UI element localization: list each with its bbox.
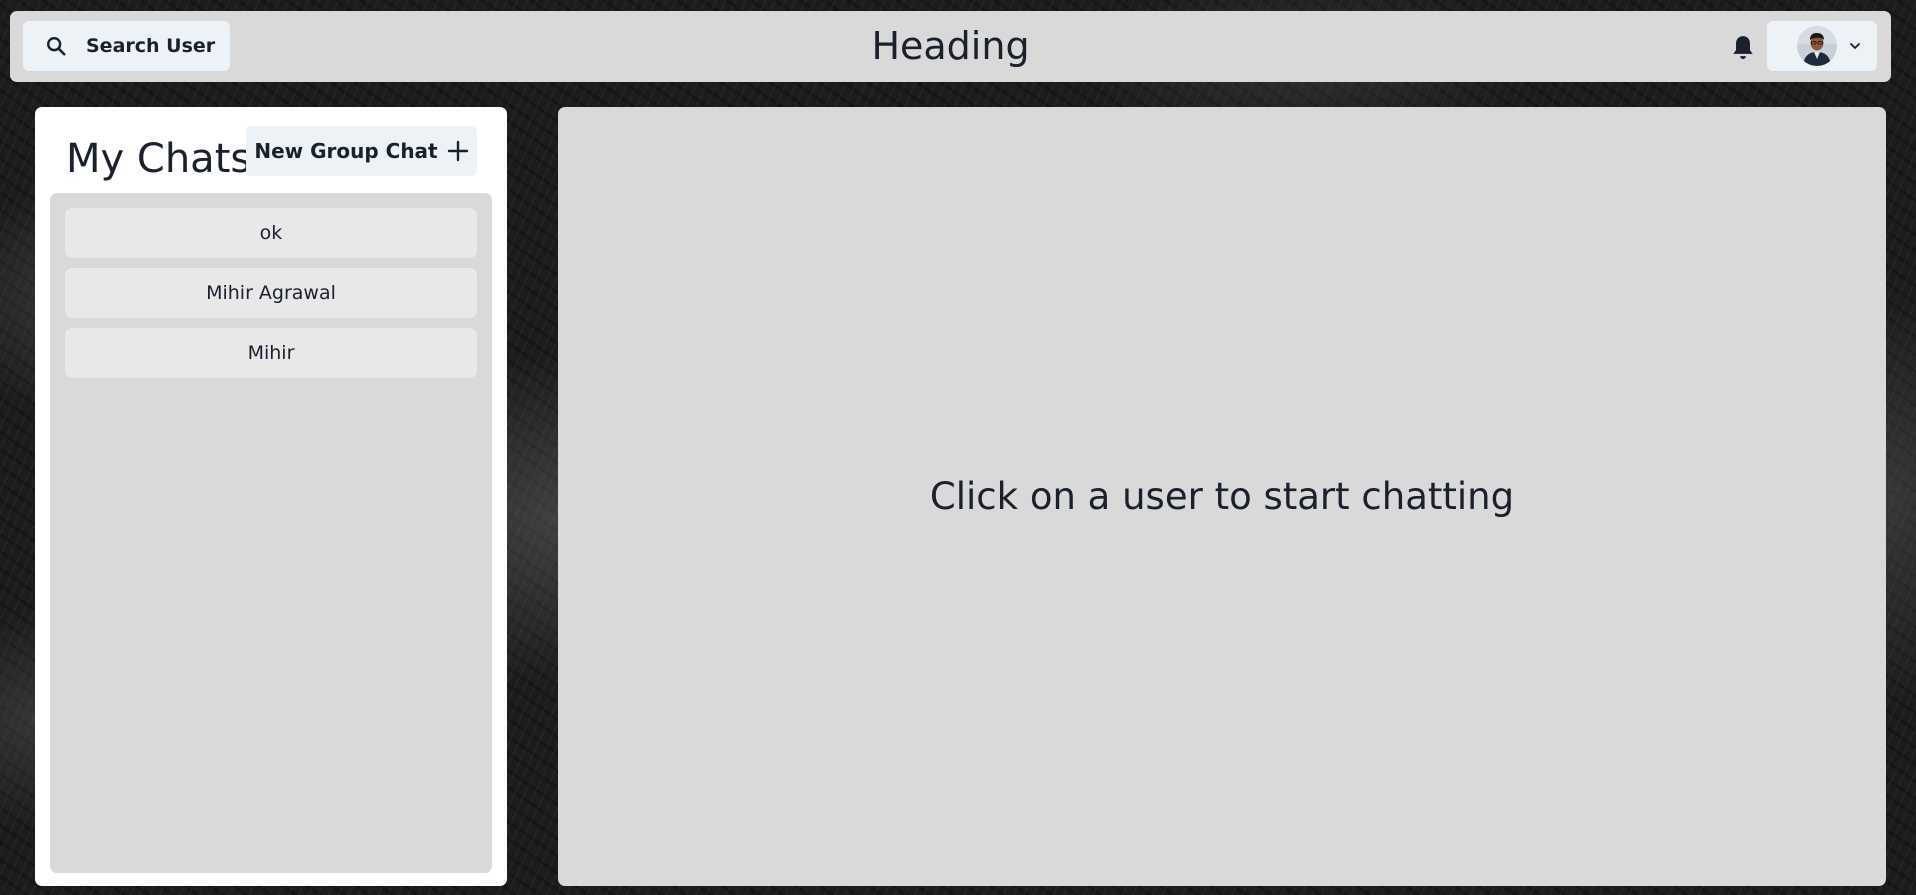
profile-menu-button[interactable] bbox=[1767, 21, 1877, 71]
page-title: Heading bbox=[871, 24, 1030, 68]
new-group-chat-label: New Group Chat bbox=[254, 139, 438, 163]
notification-button[interactable] bbox=[1729, 33, 1757, 63]
bell-icon bbox=[1733, 36, 1753, 59]
chat-box-panel: Click on a user to start chatting bbox=[558, 107, 1886, 886]
chat-list-item[interactable]: ok bbox=[65, 208, 477, 258]
top-bar: Search User Heading bbox=[10, 11, 1891, 82]
my-chats-panel: My Chats New Group Chat ok Mihir Agrawal… bbox=[35, 107, 507, 886]
chat-list-item[interactable]: Mihir bbox=[65, 328, 477, 378]
my-chats-title: My Chats bbox=[66, 136, 252, 182]
new-group-chat-button[interactable]: New Group Chat bbox=[246, 126, 477, 176]
avatar bbox=[1797, 26, 1837, 66]
chat-list: ok Mihir Agrawal Mihir bbox=[50, 193, 492, 873]
search-user-label: Search User bbox=[86, 35, 216, 57]
chevron-down-icon bbox=[1847, 38, 1863, 54]
chat-list-item[interactable]: Mihir Agrawal bbox=[65, 268, 477, 318]
plus-icon bbox=[447, 140, 469, 162]
search-user-button[interactable]: Search User bbox=[23, 21, 230, 71]
search-icon bbox=[44, 34, 68, 58]
empty-chat-message: Click on a user to start chatting bbox=[929, 475, 1515, 518]
